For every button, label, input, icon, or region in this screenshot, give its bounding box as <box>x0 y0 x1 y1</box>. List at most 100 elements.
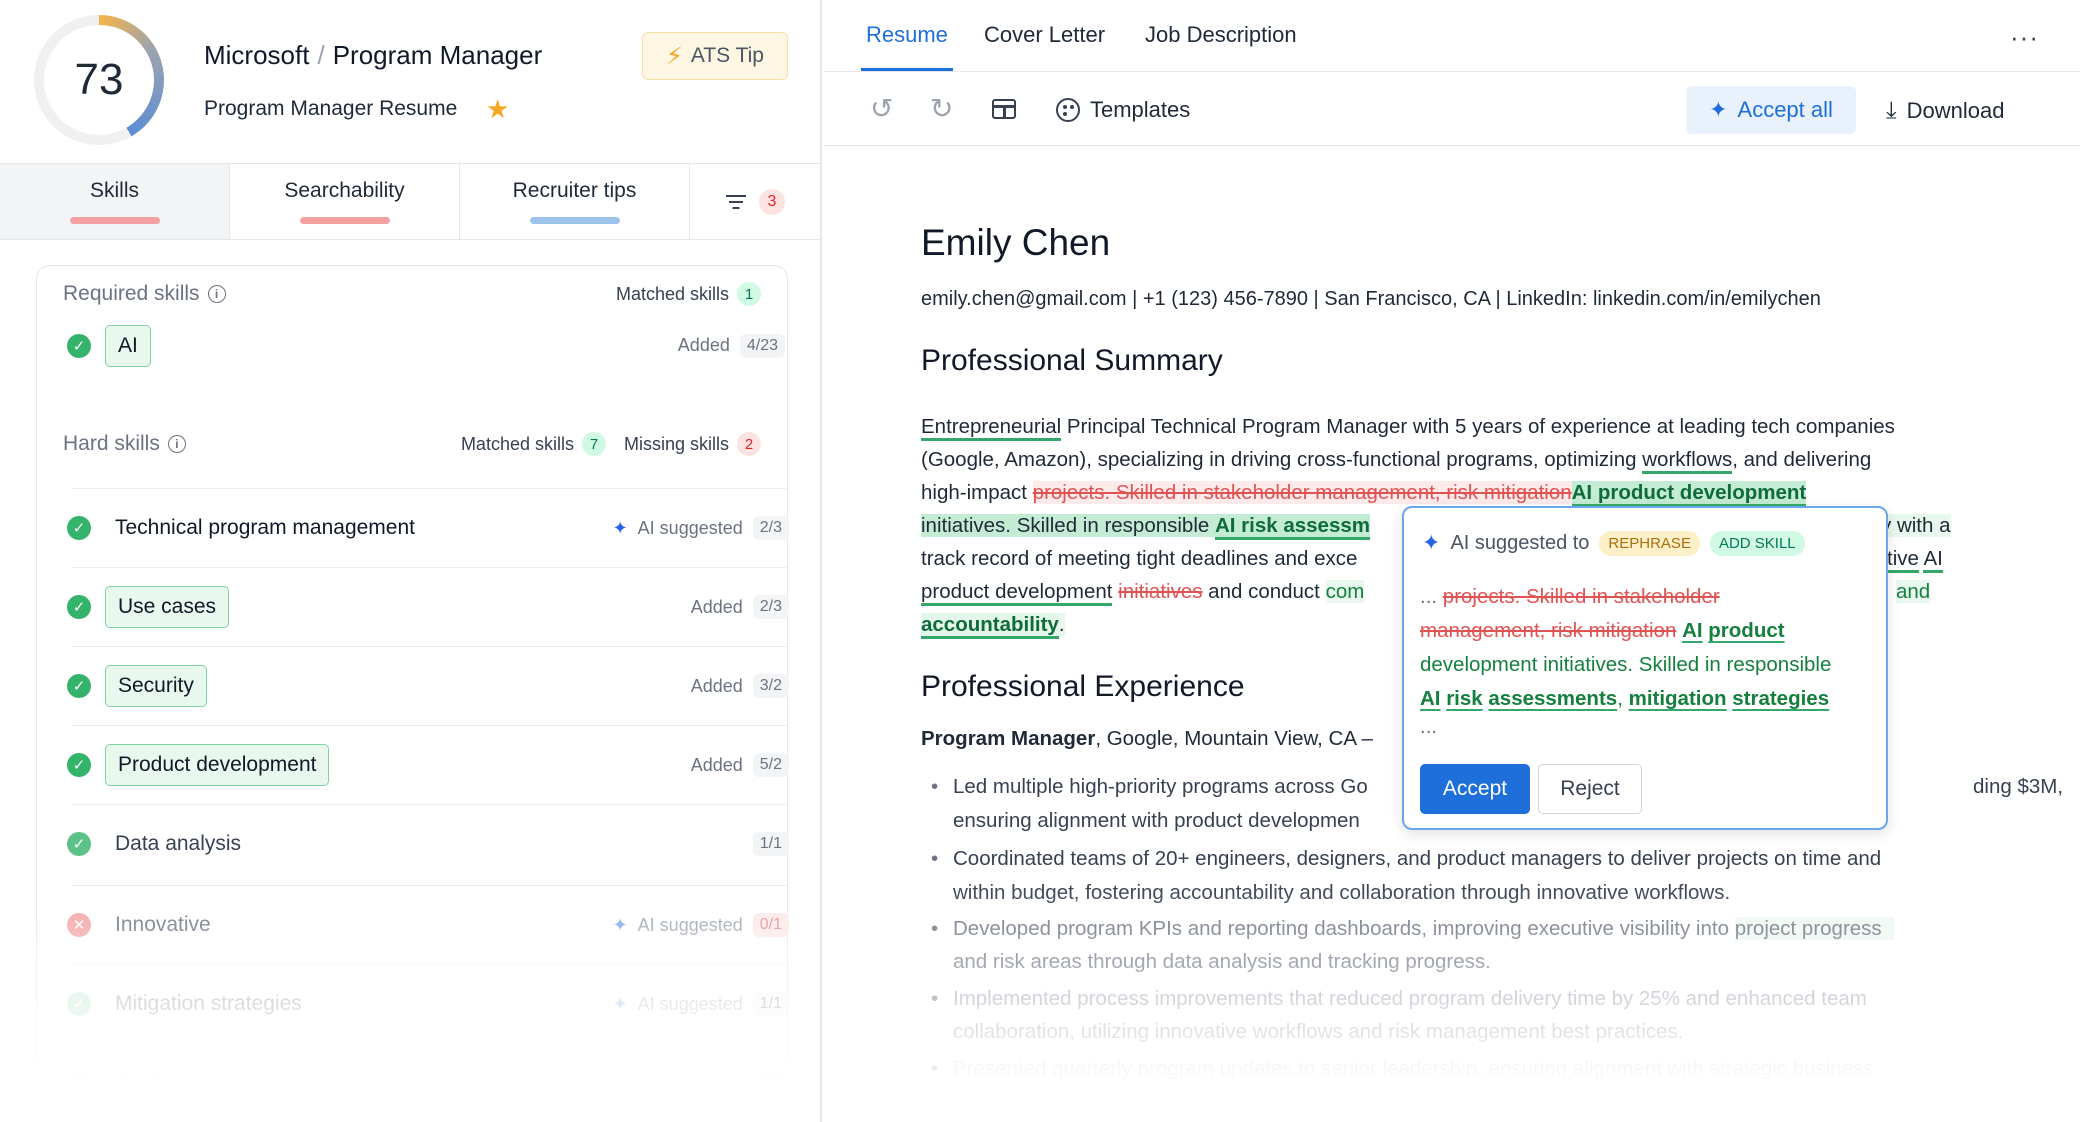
skill-row[interactable]: ✕ Track progress ✦ AI suggested 0/1 <box>67 1044 789 1122</box>
editor-tabs: Resume Cover Letter Job Description ··· <box>824 0 2080 72</box>
skill-ratio: 0/1 <box>752 913 789 937</box>
skill-status: Added <box>690 675 743 696</box>
templates-label: Templates <box>1090 97 1191 122</box>
list-item: Coordinated teams of 20+ engineers, desi… <box>921 842 2021 875</box>
matched-count-badge: 7 <box>581 432 606 456</box>
analysis-tabs: Skills Searchability Recruiter tips 3 <box>0 163 822 240</box>
tab-cover-letter[interactable]: Cover Letter <box>984 22 1105 48</box>
tab-resume[interactable]: Resume <box>866 22 948 48</box>
download-button[interactable]: ⤓ Download <box>1886 97 2004 125</box>
skill-row[interactable]: ✓ Security Added 3/2 <box>67 646 789 725</box>
removed-text: initiatives <box>1118 580 1203 603</box>
removed-text: management, risk mitigation <box>1420 619 1677 642</box>
check-icon: ✓ <box>67 595 91 619</box>
layout-icon[interactable] <box>992 99 1016 119</box>
tab-recruiter-tips-label: Recruiter tips <box>512 179 637 202</box>
skill-ratio: 2/3 <box>752 595 789 619</box>
tab-recruiter-tips[interactable]: Recruiter tips <box>460 164 690 239</box>
skill-row[interactable]: ✓ Mitigation strategies ✦ AI suggested 1… <box>67 964 789 1043</box>
summary-fragment: and conduct <box>1202 580 1326 603</box>
skill-row[interactable]: ✓ AI Added 4/23 <box>67 306 785 385</box>
summary-fragment: (Google, Amazon), specializing in drivin… <box>921 448 1643 471</box>
add-skill-tag: ADD SKILL <box>1709 530 1805 556</box>
skill-name: Technical program management <box>115 516 415 539</box>
list-item-cont: and risk areas through data analysis and… <box>953 950 1491 973</box>
job-title: Program Manager <box>921 727 1096 750</box>
skill-ratio: 5/2 <box>752 753 789 777</box>
redo-icon[interactable]: ↻ <box>930 92 953 125</box>
skill-row[interactable]: ✓ Data analysis 1/1 <box>67 804 789 883</box>
skill-name: Data analysis <box>115 832 242 855</box>
skill-status: AI suggested <box>637 993 743 1014</box>
summary-fragment: AI <box>1923 547 1943 573</box>
skill-row[interactable]: ✕ Innovative ✦ AI suggested 0/1 <box>67 885 789 964</box>
cross-icon: ✕ <box>67 1072 91 1096</box>
skills-card: Required skills i Matched skills 1 ✓ AI … <box>36 265 789 1122</box>
star-icon[interactable]: ★ <box>486 94 509 125</box>
reject-button[interactable]: Reject <box>1538 764 1642 814</box>
list-item: Implemented process improvements that re… <box>921 982 2021 1015</box>
check-icon: ✓ <box>67 753 91 777</box>
role-name: Program Manager <box>332 40 543 70</box>
info-icon[interactable]: i <box>207 285 226 303</box>
added-text: initiatives. Skilled in responsible <box>921 514 1215 537</box>
summary-heading: Professional Summary <box>921 344 1223 377</box>
tab-job-description[interactable]: Job Description <box>1145 22 1297 48</box>
check-icon: ✓ <box>67 992 91 1016</box>
matched-count-badge: 1 <box>737 282 761 306</box>
skill-status: Added <box>690 596 743 617</box>
skill-ratio: 4/23 <box>739 333 785 358</box>
summary-fragment: track record of meeting tight deadlines … <box>921 547 1358 570</box>
tab-recruiter-tips-progress <box>529 217 620 224</box>
filter-count-badge: 3 <box>759 188 785 215</box>
tab-searchability[interactable]: Searchability <box>230 164 460 239</box>
skill-row[interactable]: ✓ Product development Added 5/2 <box>67 725 789 804</box>
removed-text: projects. Skilled in stakeholder managem… <box>1032 481 1572 504</box>
summary-fragment: Entrepreneurial <box>921 415 1062 441</box>
more-icon[interactable]: ··· <box>2010 22 2039 53</box>
popup-title: AI suggested to <box>1450 531 1590 554</box>
summary-fragment: , and delivering <box>1732 448 1872 471</box>
required-matched-skills: Matched skills 1 <box>616 282 761 306</box>
job-title: Microsoft / Program Manager <box>204 40 542 71</box>
cross-icon: ✕ <box>67 913 91 937</box>
skill-name: Innovative <box>115 913 211 936</box>
list-item: Presented quarterly program updates to s… <box>921 1052 2021 1085</box>
summary-fragment: com <box>1325 580 1365 603</box>
tab-skills-label: Skills <box>89 179 139 202</box>
skill-row[interactable]: ✓ Use cases Added 2/3 <box>67 567 789 646</box>
skill-name: Security <box>105 665 207 707</box>
info-icon[interactable]: i <box>167 435 186 453</box>
job-meta: , Google, Mountain View, CA – <box>1095 727 1373 750</box>
skill-ratio: 1/1 <box>752 832 789 856</box>
matched-skills-label: Matched skills <box>615 283 729 304</box>
added-text: development initiatives. Skilled in resp… <box>1420 653 1832 676</box>
undo-icon[interactable]: ↺ <box>870 92 893 125</box>
skills-panel: 7 3 Microsoft / Program Manager Program Man… <box>0 0 822 1122</box>
check-icon: ✓ <box>67 832 91 856</box>
templates-button[interactable]: Templates <box>1056 97 1190 123</box>
tab-searchability-label: Searchability <box>284 179 405 202</box>
accept-button[interactable]: Accept <box>1420 764 1530 814</box>
summary-fragment: y with a <box>1881 514 1951 537</box>
ats-tip-button[interactable]: ⚡ ATS Tip <box>642 32 788 80</box>
tab-skills[interactable]: Skills <box>0 164 230 239</box>
summary-fragment: product development <box>921 580 1113 606</box>
sparkle-icon: ✦ <box>1709 97 1728 122</box>
skill-ratio: 1/1 <box>752 992 789 1016</box>
accept-all-button[interactable]: ✦ Accept all <box>1686 86 1856 134</box>
missing-count-badge: 2 <box>737 432 761 456</box>
skill-row[interactable]: ✓ Technical program management ✦ AI sugg… <box>67 488 789 567</box>
ai-suggestion-popup: ✦ AI suggested to REPHRASE ADD SKILL ...… <box>1402 506 1888 830</box>
skill-name: Track progress <box>115 1072 255 1095</box>
added-text: accountability <box>921 613 1059 639</box>
editor-toolbar: ↺ ↻ Templates ✦ Accept all ⤓ Download <box>824 72 2080 146</box>
download-label: Download <box>1906 98 2005 123</box>
required-skills-label: Required skills <box>63 282 200 305</box>
list-item: Developed program KPIs and reporting das… <box>921 912 2021 945</box>
skill-name: AI <box>105 324 151 367</box>
filter-button[interactable]: 3 <box>690 164 820 239</box>
skill-name: Product development <box>105 744 330 786</box>
skill-name: Use cases <box>105 586 230 628</box>
palette-icon <box>1056 98 1080 122</box>
